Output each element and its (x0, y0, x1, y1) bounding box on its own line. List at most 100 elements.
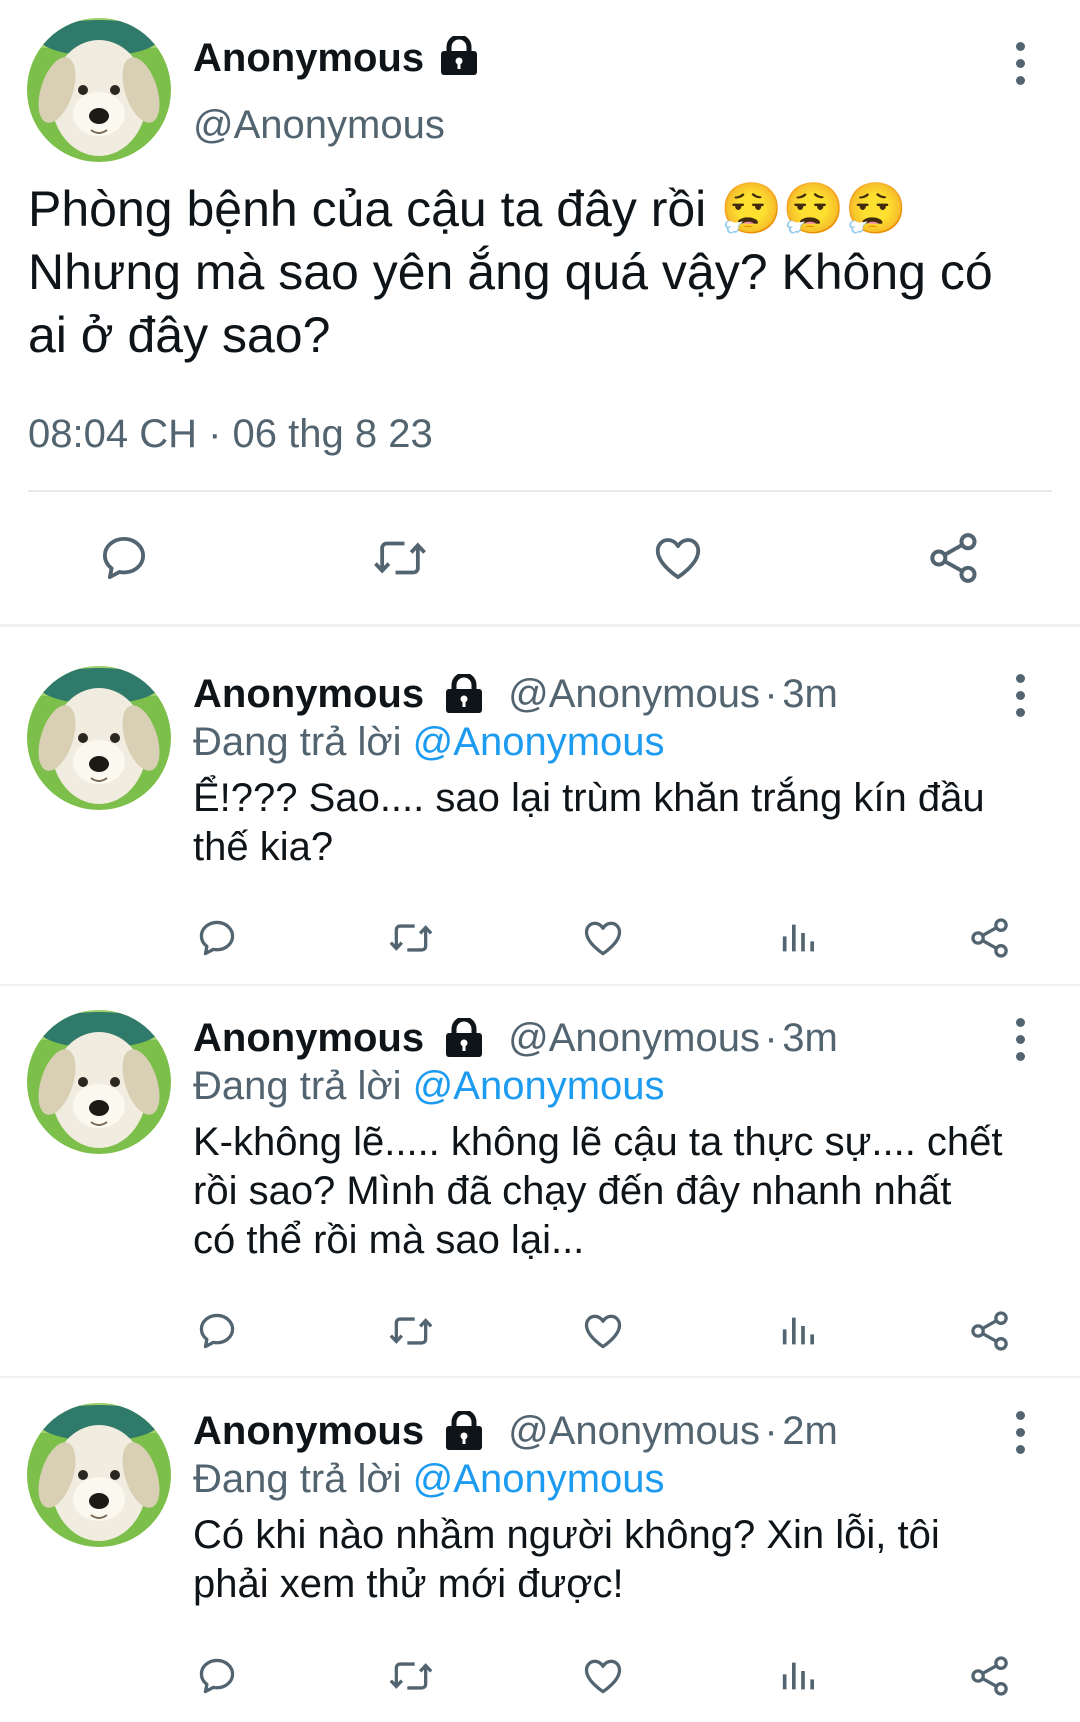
mention-link[interactable]: @Anonymous (413, 1064, 665, 1108)
retweet-button[interactable] (368, 528, 432, 588)
like-icon (584, 1659, 622, 1694)
share-button[interactable] (966, 1307, 1014, 1355)
more-options-icon[interactable] (1013, 674, 1027, 718)
author-handle[interactable]: @Anonymous (193, 98, 445, 152)
views-icon (782, 1317, 814, 1345)
avatar[interactable] (27, 666, 171, 810)
views-button[interactable] (774, 1307, 822, 1355)
more-options-icon[interactable] (1013, 1018, 1027, 1062)
tweet-text: Có khi nào nhầm người không? Xin lỗi, tô… (193, 1511, 1053, 1609)
reply-tweet[interactable]: Anonymous @Anonymous · 3m Đang trả lời @A… (0, 666, 1080, 986)
tweet-text-line: Phòng bệnh của cậu ta đây rồi 😮‍💨😮‍💨😮‍💨 (28, 181, 907, 237)
reply-button[interactable] (193, 1307, 241, 1355)
views-button[interactable] (774, 914, 822, 962)
reply-button[interactable] (193, 914, 241, 962)
tweet-age[interactable]: 3m (782, 672, 838, 716)
views-icon (782, 924, 814, 952)
tweet-text-line: có thể rồi mà sao lại... (193, 1218, 585, 1262)
reply-icon (199, 1313, 235, 1349)
avatar[interactable] (27, 1010, 171, 1154)
reply-icon (102, 536, 146, 580)
tweet-text-line: K-không lẽ..... không lẽ cậu ta thực sự.… (193, 1120, 1003, 1164)
reply-button[interactable] (193, 1652, 241, 1700)
tweet-thread: Anonymous @Anonymous Phòng bệnh của cậu … (0, 0, 1080, 1722)
author-handle[interactable]: @Anonymous (508, 1016, 760, 1060)
author-handle[interactable]: @Anonymous (508, 672, 760, 716)
share-button[interactable] (966, 1652, 1014, 1700)
like-button[interactable] (646, 528, 710, 588)
tweet-text-line: Nhưng mà sao yên ắng quá vậy? Không có (28, 244, 993, 300)
share-icon (971, 1656, 1008, 1696)
share-icon (971, 1311, 1008, 1351)
tweet-age[interactable]: 2m (782, 1409, 838, 1453)
replying-to: Đang trả lời @Anonymous (193, 1451, 665, 1507)
tweet-text: Ể!??? Sao.... sao lại trùm khăn trắng kí… (193, 774, 1053, 872)
author-name[interactable]: Anonymous (193, 672, 424, 716)
tweet-age[interactable]: 3m (782, 1016, 838, 1060)
like-button[interactable] (579, 1652, 627, 1700)
share-button[interactable] (922, 528, 986, 588)
puppy-avatar-image (27, 1403, 171, 1547)
retweet-icon (389, 1662, 433, 1690)
tweet-timestamp[interactable]: 08:04 CH · 06 thg 8 23 (28, 408, 433, 460)
like-icon (584, 921, 622, 956)
share-button[interactable] (966, 914, 1014, 962)
retweet-icon (389, 1317, 433, 1345)
like-button[interactable] (579, 1307, 627, 1355)
puppy-avatar-image (27, 1010, 171, 1154)
protected-lock-icon (442, 1409, 486, 1451)
mention-link[interactable]: @Anonymous (413, 1457, 665, 1501)
replying-to-label: Đang trả lời (193, 720, 402, 764)
tweet-text: Phòng bệnh của cậu ta đây rồi 😮‍💨😮‍💨😮‍💨 … (28, 178, 1058, 367)
tweet-text-line: rồi sao? Mình đã chạy đến đây nhanh nhất (193, 1169, 952, 1213)
like-icon (655, 538, 701, 580)
views-button[interactable] (774, 1652, 822, 1700)
views-icon (782, 1662, 814, 1690)
tweet-text-line: phải xem thử mới được! (193, 1562, 624, 1606)
replying-to-label: Đang trả lời (193, 1457, 402, 1501)
replying-to: Đang trả lời @Anonymous (193, 1058, 665, 1114)
like-icon (584, 1314, 622, 1349)
retweet-icon (374, 541, 426, 575)
tweet-text: K-không lẽ..... không lẽ cậu ta thực sự.… (193, 1118, 1053, 1265)
replying-to: Đang trả lời @Anonymous (193, 714, 665, 770)
author-name[interactable]: Anonymous (193, 1016, 424, 1060)
tweet-text-line: Ể!??? Sao.... sao lại trùm khăn trắng kí… (193, 776, 985, 820)
reply-button[interactable] (92, 528, 156, 588)
retweet-button[interactable] (385, 1307, 437, 1355)
divider (0, 1376, 1080, 1378)
separator-dot: · (764, 1409, 778, 1453)
retweet-icon (389, 924, 433, 952)
author-name[interactable]: Anonymous (193, 30, 424, 86)
separator-dot: · (764, 672, 778, 716)
divider (28, 490, 1052, 492)
share-icon (930, 533, 977, 583)
like-button[interactable] (579, 914, 627, 962)
avatar[interactable] (27, 1403, 171, 1547)
retweet-button[interactable] (385, 914, 437, 962)
tweet-text-line: Có khi nào nhầm người không? Xin lỗi, tô… (193, 1513, 940, 1557)
protected-lock-icon (442, 672, 486, 714)
protected-lock-icon (437, 34, 481, 76)
puppy-avatar-image (27, 18, 171, 162)
divider (0, 984, 1080, 986)
avatar[interactable] (27, 18, 171, 162)
share-icon (971, 918, 1008, 958)
separator-dot: · (764, 1016, 778, 1060)
reply-icon (199, 920, 235, 956)
divider (0, 624, 1080, 627)
replying-to-label: Đang trả lời (193, 1064, 402, 1108)
mention-link[interactable]: @Anonymous (413, 720, 665, 764)
more-options-icon[interactable] (1013, 42, 1027, 86)
more-options-icon[interactable] (1013, 1411, 1027, 1455)
reply-icon (199, 1658, 235, 1694)
retweet-button[interactable] (385, 1652, 437, 1700)
author-name[interactable]: Anonymous (193, 1409, 424, 1453)
reply-tweet[interactable]: Anonymous @Anonymous · 2m Đang trả lời @A… (0, 1403, 1080, 1703)
author-handle[interactable]: @Anonymous (508, 1409, 760, 1453)
reply-tweet[interactable]: Anonymous @Anonymous · 3m Đang trả lời @A… (0, 1010, 1080, 1370)
protected-lock-icon (442, 1016, 486, 1058)
tweet-text-line: ai ở đây sao? (28, 307, 331, 363)
puppy-avatar-image (27, 666, 171, 810)
tweet-text-line: thế kia? (193, 825, 334, 869)
